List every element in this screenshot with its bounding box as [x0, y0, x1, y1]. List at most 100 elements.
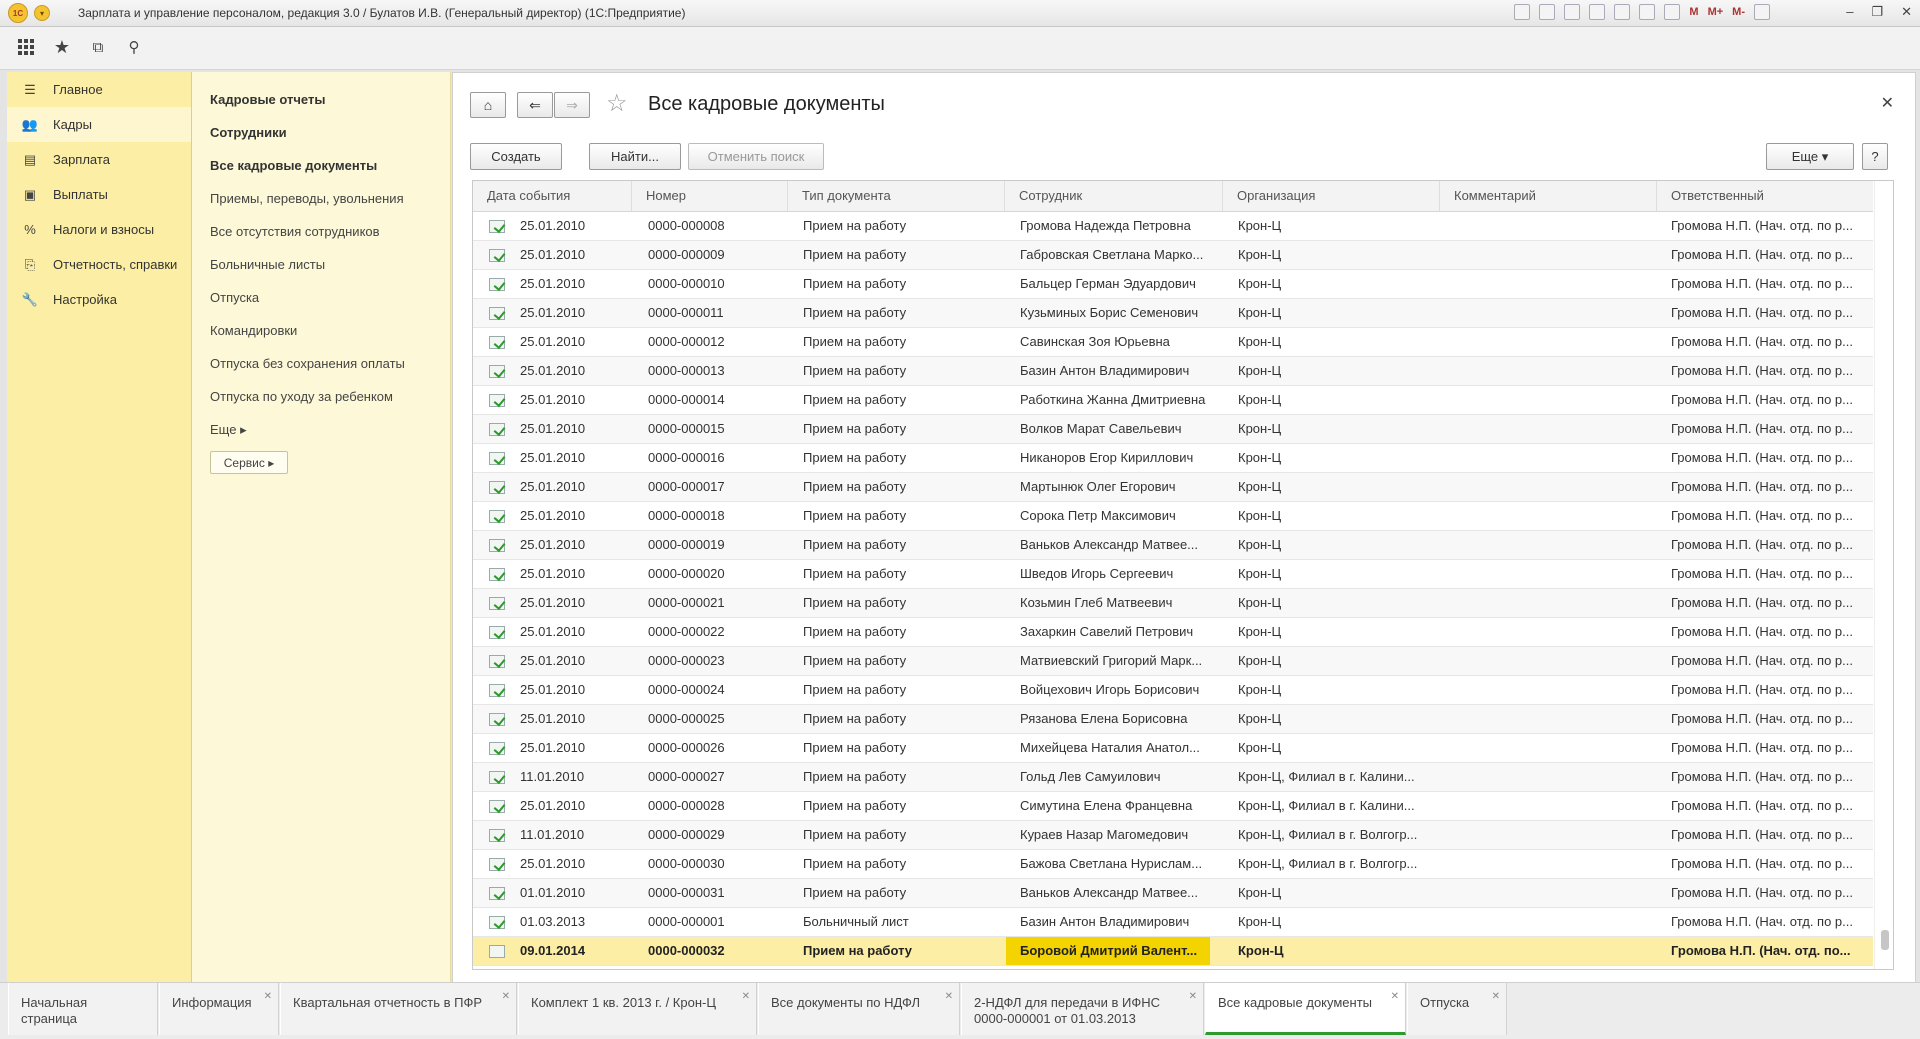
table-row[interactable]: 25.01.2010 0000-000024 Прием на работу Войц…: [473, 676, 1873, 705]
search-icon[interactable]: ⚲: [124, 37, 144, 57]
maximize-button[interactable]: ❐: [1871, 4, 1883, 20]
nav-sick-leaves[interactable]: Больничные листы: [210, 257, 325, 272]
tab-home[interactable]: Начальная страница: [8, 983, 158, 1035]
table-row[interactable]: 11.01.2010 0000-000027 Прием на работу Голь…: [473, 763, 1873, 792]
nav-business-trips[interactable]: Командировки: [210, 323, 297, 338]
table-row[interactable]: 25.01.2010 0000-000026 Прием на работу Михе…: [473, 734, 1873, 763]
scrollbar-thumb[interactable]: [1881, 930, 1889, 950]
minimize-button[interactable]: –: [1846, 4, 1853, 20]
sidebar-item-main[interactable]: ☰ Главное: [7, 72, 191, 107]
nav-more[interactable]: Еще ▸: [210, 422, 247, 438]
close-window-button[interactable]: ✕: [1901, 4, 1912, 20]
tab-pfr-report[interactable]: Квартальная отчетность в ПФР ✕: [280, 983, 517, 1035]
back-button[interactable]: ⇐: [517, 92, 553, 118]
nav-all-hr-documents[interactable]: Все кадровые документы: [210, 158, 377, 173]
calculator-icon[interactable]: [1639, 4, 1656, 20]
tab-ndfl-docs[interactable]: Все документы по НДФЛ ✕: [758, 983, 960, 1035]
nav-unpaid-vacations[interactable]: Отпуска без сохранения оплаты: [210, 356, 405, 371]
tab-close-icon[interactable]: ✕: [1189, 989, 1197, 1005]
table-row[interactable]: 25.01.2010 0000-000013 Прием на работу Бази…: [473, 357, 1873, 386]
tab-2ndfl[interactable]: 2-НДФЛ для передачи в ИФНС 0000-000001 о…: [961, 983, 1204, 1035]
table-row[interactable]: 25.01.2010 0000-000022 Прием на работу Заха…: [473, 618, 1873, 647]
create-button[interactable]: Создать: [470, 143, 562, 170]
table-row[interactable]: 25.01.2010 0000-000008 Прием на работу Гром…: [473, 212, 1873, 241]
copy-icon[interactable]: [1564, 4, 1581, 20]
table-row[interactable]: 25.01.2010 0000-000028 Прием на работу Симу…: [473, 792, 1873, 821]
sidebar-item-hr[interactable]: 👥 Кадры: [7, 107, 191, 142]
table-row[interactable]: 01.03.2013 0000-000001 Больничный лист Бази…: [473, 908, 1873, 937]
sidebar-item-taxes[interactable]: % Налоги и взносы: [7, 212, 191, 247]
cancel-search-button[interactable]: Отменить поиск: [688, 143, 824, 170]
tab-close-icon[interactable]: ✕: [1391, 989, 1399, 1005]
history-icon[interactable]: [1614, 4, 1631, 20]
app-logo-icon[interactable]: 1С: [8, 3, 28, 23]
table-row[interactable]: 25.01.2010 0000-000023 Прием на работу Матв…: [473, 647, 1873, 676]
table-row[interactable]: 25.01.2010 0000-000012 Прием на работу Сави…: [473, 328, 1873, 357]
info-icon[interactable]: [1754, 4, 1770, 20]
table-row[interactable]: 25.01.2010 0000-000009 Прием на работу Габр…: [473, 241, 1873, 270]
table-scrollbar[interactable]: [1874, 181, 1893, 969]
history-icon[interactable]: ⧉: [88, 37, 108, 57]
apps-grid-icon[interactable]: [16, 37, 36, 57]
nav-all-absences[interactable]: Все отсутствия сотрудников: [210, 224, 380, 239]
sidebar-item-salary[interactable]: ▤ Зарплата: [7, 142, 191, 177]
column-header-doc-type[interactable]: Тип документа: [788, 181, 1005, 211]
tab-kit-q1[interactable]: Комплект 1 кв. 2013 г. / Крон-Ц ✕: [518, 983, 757, 1035]
forward-button[interactable]: ⇒: [554, 92, 590, 118]
table-row[interactable]: 25.01.2010 0000-000011 Прием на работу Кузь…: [473, 299, 1873, 328]
table-row[interactable]: 25.01.2010 0000-000025 Прием на работу Ряза…: [473, 705, 1873, 734]
calendar-icon[interactable]: [1664, 4, 1681, 20]
find-button[interactable]: Найти...: [589, 143, 681, 170]
app-menu-icon[interactable]: ▾: [34, 5, 50, 21]
tab-close-icon[interactable]: ✕: [1492, 989, 1500, 1005]
tab-info[interactable]: Информация ✕: [159, 983, 279, 1035]
nav-employees[interactable]: Сотрудники: [210, 125, 287, 140]
print-icon[interactable]: [1539, 4, 1556, 20]
sidebar-item-payments[interactable]: ▣ Выплаты: [7, 177, 191, 212]
favorites-icon[interactable]: [1589, 4, 1606, 20]
table-row[interactable]: 01.01.2010 0000-000031 Прием на работу Вань…: [473, 879, 1873, 908]
table-row[interactable]: 25.01.2010 0000-000018 Прием на работу Соро…: [473, 502, 1873, 531]
tab-vacations[interactable]: Отпуска ✕: [1407, 983, 1507, 1035]
help-button[interactable]: ?: [1862, 143, 1888, 170]
tab-close-icon[interactable]: ✕: [502, 989, 510, 1005]
tab-close-icon[interactable]: ✕: [742, 989, 750, 1005]
tab-all-hr-documents[interactable]: Все кадровые документы ✕: [1205, 983, 1406, 1035]
cell-comment: [1455, 415, 1650, 443]
nav-hirings-transfers[interactable]: Приемы, переводы, увольнения: [210, 191, 404, 206]
tab-close-icon[interactable]: ✕: [264, 989, 272, 1005]
table-row[interactable]: 25.01.2010 0000-000020 Прием на работу Швед…: [473, 560, 1873, 589]
service-button[interactable]: Сервис ▸: [210, 451, 288, 474]
memory-minus-button[interactable]: M-: [1732, 6, 1745, 18]
table-row[interactable]: 25.01.2010 0000-000030 Прием на работу Бажо…: [473, 850, 1873, 879]
table-row[interactable]: 09.01.2014 0000-000032 Прием на работу Боро…: [473, 937, 1873, 966]
favorite-star-icon[interactable]: ☆: [606, 89, 628, 118]
nav-vacations[interactable]: Отпуска: [210, 290, 259, 305]
table-row[interactable]: 11.01.2010 0000-000029 Прием на работу Кура…: [473, 821, 1873, 850]
nav-hr-reports[interactable]: Кадровые отчеты: [210, 92, 325, 107]
table-row[interactable]: 25.01.2010 0000-000016 Прием на работу Ника…: [473, 444, 1873, 473]
memory-button[interactable]: M: [1689, 6, 1698, 18]
table-row[interactable]: 25.01.2010 0000-000017 Прием на работу Март…: [473, 473, 1873, 502]
table-row[interactable]: 25.01.2010 0000-000014 Прием на работу Рабо…: [473, 386, 1873, 415]
table-row[interactable]: 25.01.2010 0000-000015 Прием на работу Волк…: [473, 415, 1873, 444]
column-header-number[interactable]: Номер: [632, 181, 788, 211]
home-button[interactable]: ⌂: [470, 92, 506, 118]
memory-plus-button[interactable]: M+: [1708, 6, 1724, 18]
save-icon[interactable]: [1514, 4, 1531, 20]
more-button[interactable]: Еще ▾: [1766, 143, 1854, 170]
column-header-date[interactable]: Дата события: [473, 181, 632, 211]
sidebar-item-settings[interactable]: 🔧 Настройка: [7, 282, 191, 317]
table-row[interactable]: 25.01.2010 0000-000019 Прием на работу Вань…: [473, 531, 1873, 560]
column-header-comment[interactable]: Комментарий: [1440, 181, 1657, 211]
nav-childcare-leaves[interactable]: Отпуска по уходу за ребенком: [210, 389, 393, 404]
table-row[interactable]: 25.01.2010 0000-000021 Прием на работу Козь…: [473, 589, 1873, 618]
column-header-employee[interactable]: Сотрудник: [1005, 181, 1223, 211]
sidebar-item-reports[interactable]: ⎘ Отчетность, справки: [7, 247, 191, 282]
column-header-responsible[interactable]: Ответственный: [1657, 181, 1873, 211]
table-row[interactable]: 25.01.2010 0000-000010 Прием на работу Баль…: [473, 270, 1873, 299]
column-header-organization[interactable]: Организация: [1223, 181, 1440, 211]
star-icon[interactable]: ★: [52, 37, 72, 57]
close-icon[interactable]: ✕: [1881, 93, 1894, 113]
tab-close-icon[interactable]: ✕: [945, 989, 953, 1005]
